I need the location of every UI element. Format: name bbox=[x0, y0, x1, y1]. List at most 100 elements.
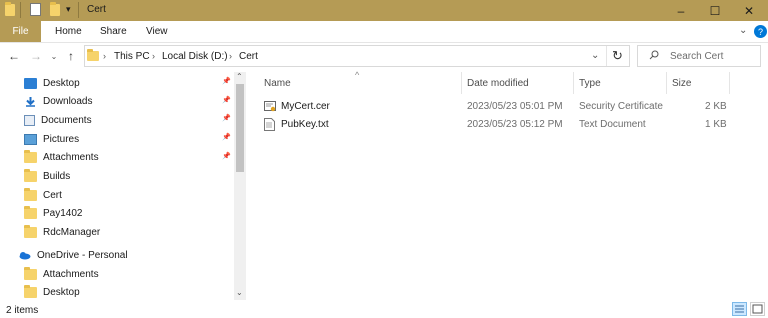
sidebar-item-label: Attachments bbox=[43, 152, 99, 164]
tab-share[interactable]: Share bbox=[100, 26, 127, 37]
sidebar-item-onedrive-attachments[interactable]: Attachments bbox=[24, 265, 239, 283]
sidebar-item-attachments[interactable]: Attachments bbox=[24, 149, 239, 167]
chevron-right-icon[interactable]: › bbox=[229, 51, 232, 61]
sidebar-item-onedrive[interactable]: OneDrive - Personal bbox=[18, 246, 233, 264]
sidebar-item-label: Documents bbox=[41, 114, 92, 126]
file-name: MyCert.cer bbox=[281, 101, 330, 112]
tab-view[interactable]: View bbox=[146, 26, 168, 37]
tab-file[interactable]: File bbox=[0, 21, 41, 42]
chevron-down-icon[interactable]: ⌄ bbox=[591, 50, 599, 61]
pin-icon[interactable]: 📌 bbox=[222, 96, 231, 104]
file-type: Security Certificate bbox=[579, 101, 663, 112]
download-icon bbox=[24, 96, 37, 107]
text-file-icon bbox=[264, 118, 275, 131]
sidebar-item-label: Downloads bbox=[43, 96, 93, 108]
sidebar-item-label: OneDrive - Personal bbox=[37, 249, 128, 261]
folder-icon bbox=[87, 49, 99, 61]
folder-icon bbox=[24, 150, 37, 164]
sidebar-item-label: Pay1402 bbox=[43, 208, 83, 220]
search-placeholder: Search Cert bbox=[670, 51, 724, 62]
sidebar-item-documents[interactable]: Documents bbox=[24, 111, 239, 129]
sidebar-item-label: Desktop bbox=[43, 287, 80, 299]
sidebar-item-label: RdcManager bbox=[43, 227, 101, 239]
search-icon bbox=[649, 50, 659, 60]
details-view-button[interactable] bbox=[732, 302, 747, 316]
file-type: Text Document bbox=[579, 119, 646, 130]
sidebar-item-cert[interactable]: Cert bbox=[24, 186, 239, 204]
help-icon[interactable]: ? bbox=[754, 25, 767, 38]
folder-icon bbox=[24, 225, 37, 239]
recent-locations-icon[interactable]: ⌄ bbox=[46, 48, 62, 64]
desktop-icon bbox=[24, 77, 37, 89]
scroll-up-icon[interactable]: ⌃ bbox=[236, 72, 243, 81]
back-button[interactable]: ← bbox=[6, 48, 22, 64]
new-folder-icon[interactable] bbox=[50, 2, 60, 16]
properties-icon[interactable] bbox=[30, 3, 41, 16]
file-row[interactable]: MyCert.cer 2023/05/23 05:01 PM Security Ce… bbox=[258, 98, 730, 115]
maximize-button[interactable]: ☐ bbox=[698, 0, 732, 21]
up-button[interactable]: ↑ bbox=[63, 48, 79, 64]
scroll-down-icon[interactable]: ⌄ bbox=[236, 288, 243, 297]
sidebar-item-pictures[interactable]: Pictures bbox=[24, 130, 239, 148]
close-button[interactable]: ✕ bbox=[732, 0, 766, 21]
sidebar-item-label: Builds bbox=[43, 171, 71, 182]
breadcrumb-local-disk[interactable]: Local Disk (D:) bbox=[162, 51, 228, 62]
column-header-type[interactable]: Type bbox=[579, 78, 601, 89]
column-divider[interactable] bbox=[666, 72, 667, 94]
tab-home[interactable]: Home bbox=[55, 26, 82, 37]
column-divider[interactable] bbox=[729, 72, 730, 94]
folder-icon bbox=[24, 169, 37, 182]
window-title: Cert bbox=[87, 4, 106, 15]
sidebar-item-label: Desktop bbox=[43, 77, 80, 89]
sidebar-item-onedrive-desktop[interactable]: Desktop bbox=[24, 284, 239, 302]
breadcrumb-cert[interactable]: Cert bbox=[239, 51, 258, 62]
file-date: 2023/05/23 05:12 PM bbox=[467, 119, 563, 130]
folder-icon bbox=[24, 285, 37, 299]
certificate-icon bbox=[264, 100, 276, 113]
sidebar-item-rdcmanager[interactable]: RdcManager bbox=[24, 224, 239, 242]
refresh-icon[interactable]: ↻ bbox=[612, 48, 623, 64]
column-divider[interactable] bbox=[573, 72, 574, 94]
column-header-date[interactable]: Date modified bbox=[467, 78, 529, 89]
divider bbox=[20, 2, 21, 18]
onedrive-icon bbox=[18, 250, 31, 261]
status-item-count: 2 items bbox=[6, 305, 39, 316]
nav-scrollbar-thumb[interactable] bbox=[236, 84, 244, 172]
divider bbox=[78, 2, 79, 18]
chevron-right-icon[interactable]: › bbox=[152, 51, 155, 61]
sidebar-item-label: Attachments bbox=[43, 268, 99, 280]
sidebar-item-pay1402[interactable]: Pay1402 bbox=[24, 205, 239, 223]
sidebar-item-desktop[interactable]: Desktop bbox=[24, 74, 239, 92]
file-name: PubKey.txt bbox=[281, 119, 329, 130]
folder-icon bbox=[24, 266, 37, 280]
breadcrumb-this-pc[interactable]: This PC bbox=[114, 51, 150, 62]
folder-icon bbox=[24, 187, 37, 201]
expand-ribbon-icon[interactable]: ⌄ bbox=[739, 25, 747, 36]
sidebar-item-builds[interactable]: Builds bbox=[24, 168, 239, 186]
sidebar-item-downloads[interactable]: Downloads bbox=[24, 93, 239, 111]
sort-ascending-icon: ^ bbox=[355, 70, 360, 80]
pin-icon[interactable]: 📌 bbox=[222, 77, 231, 85]
minimize-button[interactable]: – bbox=[664, 0, 698, 21]
chevron-right-icon[interactable]: › bbox=[103, 51, 106, 61]
forward-button[interactable]: → bbox=[28, 48, 44, 64]
file-row[interactable]: PubKey.txt 2023/05/23 05:12 PM Text Docume… bbox=[258, 116, 730, 133]
sidebar-item-label: Cert bbox=[43, 189, 62, 201]
file-size: 2 KB bbox=[705, 101, 727, 112]
folder-icon bbox=[24, 206, 37, 220]
documents-icon bbox=[24, 114, 35, 126]
large-icons-view-button[interactable] bbox=[750, 302, 765, 316]
column-divider[interactable] bbox=[461, 72, 462, 94]
column-header-name[interactable]: Name bbox=[264, 78, 291, 89]
pin-icon[interactable]: 📌 bbox=[222, 133, 231, 141]
sidebar-item-label: Pictures bbox=[43, 133, 80, 145]
pictures-icon bbox=[24, 133, 37, 145]
quick-access-dropdown-icon[interactable]: ▾ bbox=[66, 4, 71, 15]
title-bar[interactable] bbox=[0, 0, 768, 21]
file-date: 2023/05/23 05:01 PM bbox=[467, 101, 563, 112]
pin-icon[interactable]: 📌 bbox=[222, 114, 231, 122]
file-size: 1 KB bbox=[705, 119, 727, 130]
divider bbox=[606, 46, 607, 66]
column-header-size[interactable]: Size bbox=[672, 78, 691, 89]
pin-icon[interactable]: 📌 bbox=[222, 152, 231, 160]
